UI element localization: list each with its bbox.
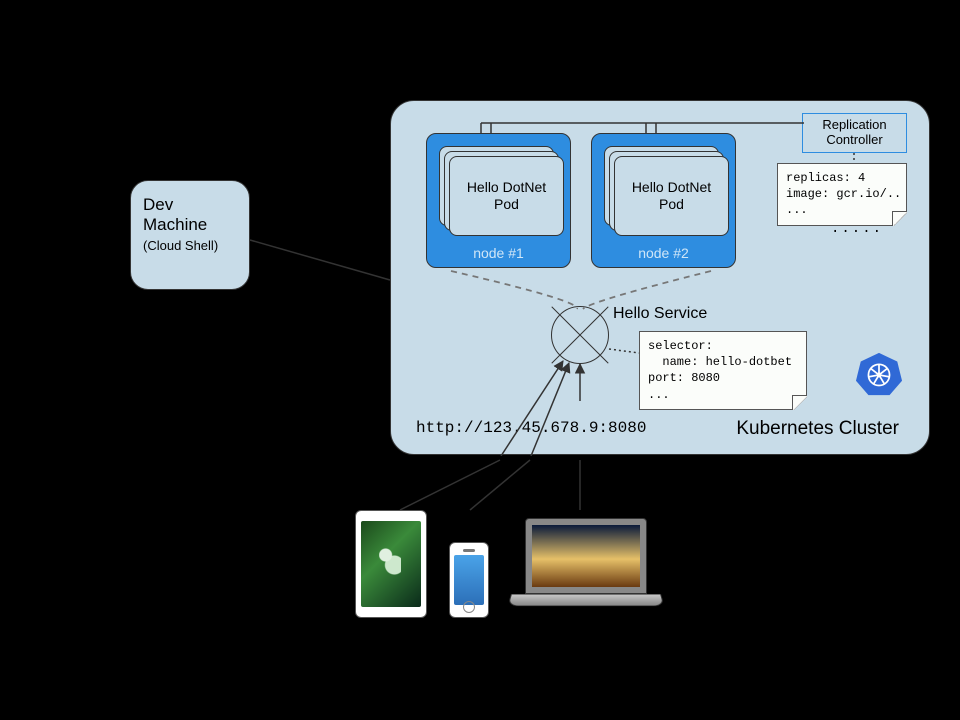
pod-label: Hello DotNet Pod bbox=[449, 156, 564, 236]
dev-machine-subtitle: (Cloud Shell) bbox=[143, 238, 237, 253]
phone-device-icon bbox=[449, 542, 489, 618]
kubernetes-logo-icon bbox=[855, 350, 903, 398]
service-label: Hello Service bbox=[613, 305, 707, 323]
dev-machine-box: Dev Machine (Cloud Shell) bbox=[130, 180, 250, 290]
pod-stack-1: Hello DotNet Pod bbox=[439, 146, 559, 236]
service-url: http://123.45.678.9:8080 bbox=[416, 419, 646, 437]
pod-label: Hello DotNet Pod bbox=[614, 156, 729, 236]
node-2: Hello DotNet Pod node #2 bbox=[591, 133, 736, 268]
rc-yaml-note: replicas: 4 image: gcr.io/.. ... bbox=[777, 163, 907, 226]
kubernetes-cluster-box: Hello DotNet Pod node #1 Hello DotNet Po… bbox=[390, 100, 930, 455]
replication-controller-title: Replication Controller bbox=[822, 118, 886, 148]
client-devices bbox=[355, 510, 661, 618]
tablet-device-icon bbox=[355, 510, 427, 618]
cluster-title: Kubernetes Cluster bbox=[736, 418, 899, 440]
replication-controller-box: Replication Controller bbox=[802, 113, 907, 153]
service-yaml-note: selector: name: hello-dotbet port: 8080 … bbox=[639, 331, 807, 410]
rc-ellipsis: ..... bbox=[831, 221, 883, 237]
service-symbol bbox=[551, 306, 609, 364]
pod-stack-2: Hello DotNet Pod bbox=[604, 146, 724, 236]
node-2-label: node #2 bbox=[592, 245, 735, 261]
node-1-label: node #1 bbox=[427, 245, 570, 261]
laptop-device-icon bbox=[511, 518, 661, 618]
dev-machine-title: Dev Machine bbox=[143, 195, 237, 236]
node-1: Hello DotNet Pod node #1 bbox=[426, 133, 571, 268]
